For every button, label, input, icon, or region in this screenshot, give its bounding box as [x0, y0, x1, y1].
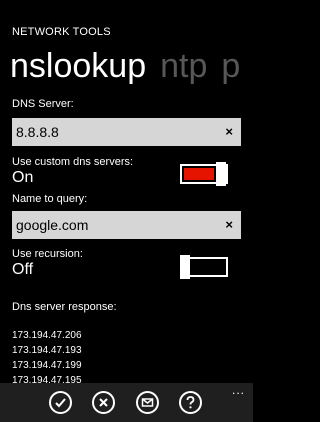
check-button[interactable] [49, 391, 72, 414]
custom-dns-state: On [12, 169, 34, 186]
custom-dns-toggle[interactable] [180, 162, 228, 186]
help-button[interactable] [179, 391, 202, 414]
cancel-icon [99, 398, 108, 407]
recursion-toggle[interactable] [180, 255, 228, 279]
cancel-button[interactable] [92, 391, 115, 414]
pivot-item-ping[interactable]: p [221, 47, 240, 85]
mail-button[interactable] [136, 391, 159, 414]
custom-dns-label: Use custom dns servers: [12, 156, 134, 168]
query-input[interactable]: google.com × [12, 211, 241, 239]
help-icon [186, 396, 195, 409]
recursion-toggle-thumb[interactable] [180, 255, 190, 279]
query-label: Name to query: [12, 193, 88, 205]
check-icon [55, 398, 66, 408]
dns-server-input[interactable]: 8.8.8.8 × [12, 118, 241, 146]
app-bar: ... [0, 383, 253, 422]
custom-dns-toggle-thumb[interactable] [216, 162, 226, 186]
response-line: 173.194.47.199 [12, 360, 82, 371]
recursion-label: Use recursion: [12, 248, 83, 260]
query-clear-icon[interactable]: × [225, 217, 233, 232]
response-label: Dns server response: [12, 301, 117, 313]
dns-server-label: DNS Server: [12, 98, 74, 110]
response-line: 173.194.47.193 [12, 345, 82, 356]
dns-server-clear-icon[interactable]: × [225, 124, 233, 139]
dns-server-value[interactable]: 8.8.8.8 [16, 124, 59, 140]
mail-icon [141, 398, 154, 407]
recursion-state: Off [12, 261, 34, 278]
query-value[interactable]: google.com [16, 217, 88, 233]
pivot-item-ntp[interactable]: ntp [160, 47, 207, 85]
more-menu-icon[interactable]: ... [232, 383, 245, 397]
pivot-item-nslookup[interactable]: nslookup [10, 47, 146, 85]
pivot-header: nslookup ntp p [10, 46, 253, 86]
custom-dns-toggle-fill [184, 168, 214, 180]
app-title: NETWORK TOOLS [12, 26, 111, 38]
response-line: 173.194.47.206 [12, 330, 82, 341]
